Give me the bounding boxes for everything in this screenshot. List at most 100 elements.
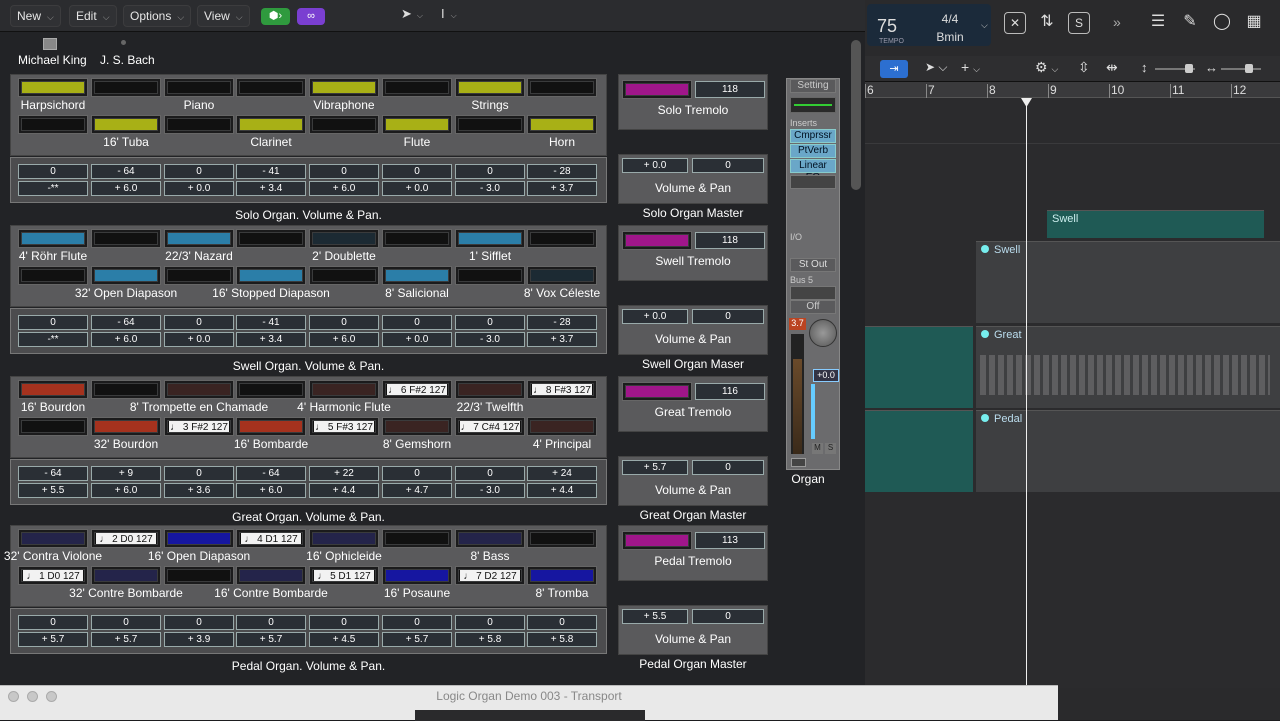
pedal-stop-row2-7[interactable]	[527, 566, 597, 585]
pedal-master-pan[interactable]: 0	[692, 609, 764, 624]
swell-stop-row2-4[interactable]	[309, 266, 379, 285]
solo-stop-row2-0[interactable]	[18, 115, 88, 134]
solo-stop-row2-1[interactable]	[91, 115, 161, 134]
pedal-pan-3[interactable]: + 5.7	[236, 632, 306, 647]
catch-playhead-icon[interactable]: ⇥	[880, 60, 908, 78]
great-volume-0[interactable]: - 64	[18, 466, 88, 481]
gear-icon[interactable]: ⚙ ⌵	[1035, 59, 1058, 76]
link-icon[interactable]	[791, 458, 806, 467]
text-tool-menu[interactable]: I ⌵	[441, 6, 457, 21]
great-master-pan[interactable]: 0	[692, 460, 764, 475]
swell-pan-6[interactable]: - 3.0	[455, 332, 525, 347]
solo-stop-row1-6[interactable]	[455, 78, 525, 97]
chevron-down-icon[interactable]: ⌵	[981, 20, 988, 31]
pedal-stop-row2-6[interactable]: ♩ 7 D2 127	[455, 566, 525, 585]
swell-volume-0[interactable]: 0	[18, 315, 88, 330]
swell-pan-0[interactable]: -**	[18, 332, 88, 347]
great-stop-row2-4[interactable]: ♩ 5 F#3 127	[309, 417, 379, 436]
swell-volume-2[interactable]: 0	[164, 315, 234, 330]
solo-stop-row2-4[interactable]	[309, 115, 379, 134]
tuner-icon[interactable]: ⇅	[1036, 12, 1058, 34]
pedal-stop-row2-0[interactable]: ♩ 1 D0 127	[18, 566, 88, 585]
solo-stop-row1-0[interactable]	[18, 78, 88, 97]
bar-ruler[interactable]: 6 7 8 9 10 11 12	[865, 82, 1280, 98]
pedal-stop-row1-3[interactable]: ♩ 4 D1 127	[236, 529, 306, 548]
swell-volume-6[interactable]: 0	[455, 315, 525, 330]
great-stop-row1-1[interactable]	[91, 380, 161, 399]
swell-stop-row2-2[interactable]	[164, 266, 234, 285]
solo-volume-6[interactable]: 0	[455, 164, 525, 179]
link-button[interactable]: ∞	[297, 8, 325, 25]
great-stop-row1-0[interactable]	[18, 380, 88, 399]
swell-stop-row2-0[interactable]	[18, 266, 88, 285]
pedal-volume-4[interactable]: 0	[309, 615, 379, 630]
swell-master-volume[interactable]: + 0.0	[622, 309, 688, 324]
pedal-stop-row2-4[interactable]: ♩ 5 D1 127	[309, 566, 379, 585]
great-pan-7[interactable]: + 4.4	[527, 483, 597, 498]
solo-stop-row2-6[interactable]	[455, 115, 525, 134]
solo-pan-3[interactable]: + 3.4	[236, 181, 306, 196]
solo-pan-0[interactable]: -**	[18, 181, 88, 196]
vertical-fit-icon[interactable]: ⇳	[1078, 59, 1090, 76]
setting-button[interactable]: Setting	[790, 79, 836, 93]
pedal-stop-row1-6[interactable]	[455, 529, 525, 548]
swell-volume-1[interactable]: - 64	[91, 315, 161, 330]
pedal-stop-row2-5[interactable]	[382, 566, 452, 585]
list-editor-icon[interactable]: ☰	[1147, 12, 1169, 34]
swell-pan-2[interactable]: + 0.0	[164, 332, 234, 347]
great-tremolo-value[interactable]: 116	[695, 383, 765, 400]
solo-stop-row2-5[interactable]	[382, 115, 452, 134]
pedal-master-volume[interactable]: + 5.5	[622, 609, 688, 624]
swell-volume-5[interactable]: 0	[382, 315, 452, 330]
vertical-zoom-slider[interactable]	[1155, 64, 1195, 73]
swell-tremolo-switch[interactable]	[622, 231, 692, 250]
great-volume-6[interactable]: 0	[455, 466, 525, 481]
output-button[interactable]: St Out	[790, 258, 836, 272]
pointer-tool-menu[interactable]: ➤ ⌵	[401, 6, 423, 22]
pedal-pan-1[interactable]: + 5.7	[91, 632, 161, 647]
solo-tremolo-value[interactable]: 118	[695, 81, 765, 98]
solo-master-pan[interactable]: 0	[692, 158, 764, 173]
options-menu[interactable]: Options ⌵	[123, 5, 192, 27]
swell-stop-row1-1[interactable]	[91, 229, 161, 248]
swell-stop-row2-6[interactable]	[455, 266, 525, 285]
swell-volume-3[interactable]: - 41	[236, 315, 306, 330]
insert-slot-1[interactable]: Cmprssr	[790, 129, 836, 143]
great-region-prev[interactable]	[865, 326, 973, 408]
solo-pan-2[interactable]: + 0.0	[164, 181, 234, 196]
pedal-volume-2[interactable]: 0	[164, 615, 234, 630]
great-tremolo-switch[interactable]	[622, 382, 692, 401]
great-stop-row1-4[interactable]	[309, 380, 379, 399]
swell-pan-7[interactable]: + 3.7	[527, 332, 597, 347]
solo-volume-7[interactable]: - 28	[527, 164, 597, 179]
playhead[interactable]	[1026, 98, 1027, 688]
solo-stop-row2-7[interactable]	[527, 115, 597, 134]
bus-slot[interactable]	[790, 286, 836, 300]
pedal-pan-4[interactable]: + 4.5	[309, 632, 379, 647]
pedal-stop-row1-7[interactable]	[527, 529, 597, 548]
great-pan-4[interactable]: + 4.4	[309, 483, 379, 498]
swell-stop-row1-2[interactable]	[164, 229, 234, 248]
swell-volume-4[interactable]: 0	[309, 315, 379, 330]
browser-icon[interactable]: ▦	[1243, 12, 1265, 34]
insert-slot-3[interactable]: Linear EQ	[790, 159, 836, 183]
great-pan-0[interactable]: + 5.5	[18, 483, 88, 498]
pedal-track-region[interactable]: Pedal	[976, 410, 1280, 492]
great-stop-row2-1[interactable]	[91, 417, 161, 436]
swell-pan-5[interactable]: + 0.0	[382, 332, 452, 347]
pedal-volume-3[interactable]: 0	[236, 615, 306, 630]
great-master-volume[interactable]: + 5.7	[622, 460, 688, 475]
solo-pan-6[interactable]: - 3.0	[455, 181, 525, 196]
pedal-tremolo-value[interactable]: 113	[695, 532, 765, 549]
solo-volume-3[interactable]: - 41	[236, 164, 306, 179]
swell-region-top[interactable]: Swell	[1047, 210, 1264, 238]
swell-pan-1[interactable]: + 6.0	[91, 332, 161, 347]
solo-stop-row1-3[interactable]	[236, 78, 306, 97]
pedal-pan-7[interactable]: + 5.8	[527, 632, 597, 647]
lcd-display[interactable]: 75 TEMPO 4/4 Bmin ⌵	[867, 4, 991, 46]
swell-master-pan[interactable]: 0	[692, 309, 764, 324]
great-track-region[interactable]: Great	[976, 326, 1280, 408]
great-pan-1[interactable]: + 6.0	[91, 483, 161, 498]
swell-pan-4[interactable]: + 6.0	[309, 332, 379, 347]
solo-master-volume[interactable]: + 0.0	[622, 158, 688, 173]
